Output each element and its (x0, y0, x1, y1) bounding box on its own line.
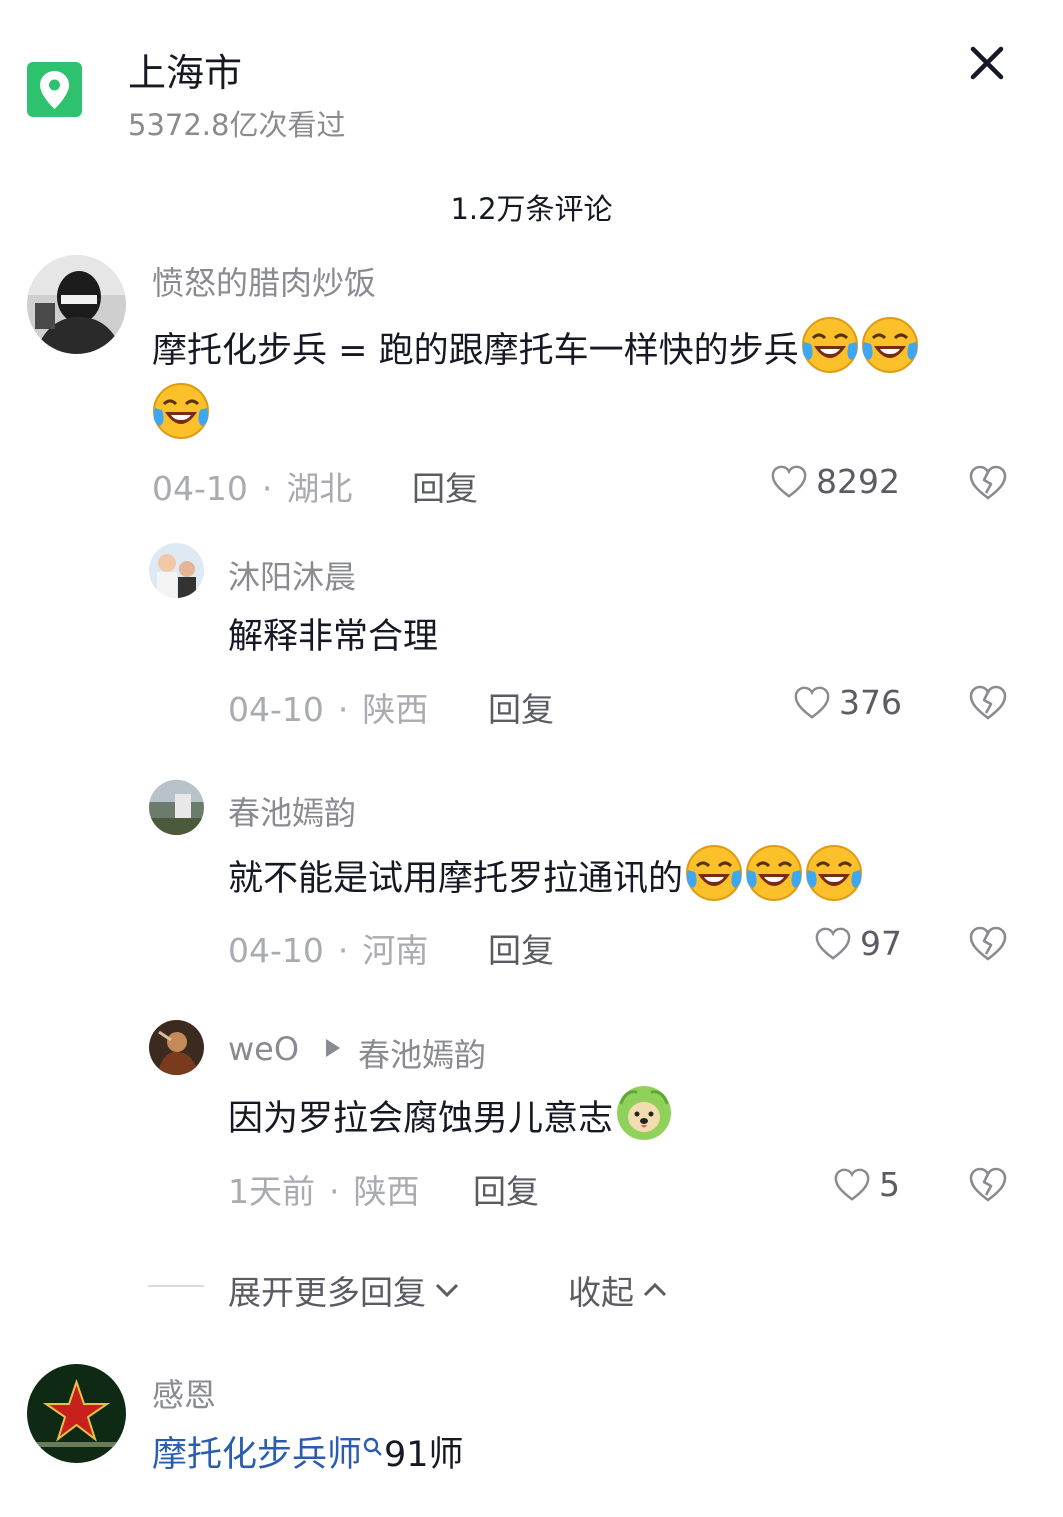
laugh-cry-emoji-icon (861, 316, 919, 374)
laugh-cry-emoji-icon (152, 382, 210, 440)
like-button[interactable]: 97 (814, 924, 902, 963)
avatar[interactable] (149, 780, 204, 835)
like-button[interactable]: 8292 (770, 462, 900, 501)
heart-icon (815, 927, 851, 960)
expand-more-replies-button[interactable]: 展开更多回复 (228, 1266, 462, 1314)
comment-region: 湖北 (286, 469, 353, 508)
comment-date: 04-10 (152, 469, 248, 508)
reply-to-username[interactable]: 春池嫣韵 (358, 1030, 486, 1076)
comment-meta: 04-10 · 湖北 (152, 469, 353, 508)
broken-heart-icon[interactable] (968, 924, 1008, 964)
reply-username[interactable]: weO (228, 1030, 299, 1068)
location-pin-icon (27, 62, 82, 117)
reply-button[interactable]: 回复 (473, 1165, 539, 1213)
broken-heart-icon[interactable] (968, 463, 1008, 503)
reply-body: 因为罗拉会腐蚀男儿意志 (228, 1084, 673, 1150)
like-count: 8292 (816, 462, 900, 501)
comment-meta: 1天前 · 陕西 (228, 1172, 420, 1211)
comment-date: 1天前 (228, 1172, 315, 1211)
close-icon[interactable] (962, 38, 1012, 88)
comment-region: 陕西 (362, 690, 429, 729)
like-count: 97 (860, 924, 902, 963)
chevron-up-icon (643, 1282, 667, 1297)
reply-text: 解释非常合理 (228, 617, 439, 657)
heart-icon (771, 465, 807, 498)
heart-icon (834, 1168, 870, 1201)
avatar[interactable] (149, 543, 204, 598)
reply-body: 就不能是试用摩托罗拉通讯的 (228, 844, 863, 910)
heart-icon (794, 686, 830, 719)
comment-body: 摩托化步兵 = 跑的跟摩托车一样快的步兵 (152, 316, 1032, 440)
location-views: 5372.8亿次看过 (128, 108, 346, 142)
dog-cabbage-emoji-icon (615, 1084, 673, 1142)
comment-region: 河南 (362, 931, 429, 970)
comment-meta: 04-10 · 河南 (228, 931, 429, 970)
reply-button[interactable]: 回复 (488, 924, 554, 972)
laugh-cry-emoji-icon (745, 844, 803, 902)
comment-username[interactable]: 感恩 (152, 1370, 216, 1416)
comment-region: 陕西 (353, 1172, 420, 1211)
reply-username[interactable]: 春池嫣韵 (228, 788, 356, 834)
broken-heart-icon[interactable] (968, 683, 1008, 723)
broken-heart-icon[interactable] (968, 1165, 1008, 1205)
divider (148, 1285, 204, 1287)
avatar[interactable] (149, 1020, 204, 1075)
collapse-button[interactable]: 收起 (568, 1266, 670, 1314)
comment-date: 04-10 (228, 931, 324, 970)
laugh-cry-emoji-icon (805, 844, 863, 902)
reply-username[interactable]: 沐阳沐晨 (228, 552, 356, 598)
reply-arrow-icon (323, 1036, 343, 1064)
reply-button[interactable]: 回复 (488, 683, 554, 731)
reply-text: 就不能是试用摩托罗拉通讯的 (228, 859, 684, 899)
laugh-cry-emoji-icon (801, 316, 859, 374)
comment-date: 04-10 (228, 690, 324, 729)
search-icon[interactable] (362, 1436, 384, 1458)
comment-body: 摩托化步兵师 91师 (152, 1424, 464, 1486)
reply-text: 因为罗拉会腐蚀男儿意志 (228, 1099, 614, 1139)
comment-count: 1.2万条评论 (450, 192, 613, 226)
like-count: 376 (839, 683, 902, 722)
comment-text: 91师 (384, 1435, 464, 1475)
avatar[interactable] (27, 255, 126, 354)
like-button[interactable]: 376 (793, 683, 902, 722)
chevron-down-icon (435, 1283, 459, 1298)
like-button[interactable]: 5 (833, 1165, 900, 1204)
laugh-cry-emoji-icon (685, 844, 743, 902)
comment-username[interactable]: 愤怒的腊肉炒饭 (152, 258, 376, 304)
comment-text: 摩托化步兵 = 跑的跟摩托车一样快的步兵 (152, 331, 799, 371)
avatar[interactable] (27, 1364, 126, 1463)
like-count: 5 (879, 1165, 900, 1204)
comment-meta: 04-10 · 陕西 (228, 690, 429, 729)
search-link[interactable]: 摩托化步兵师 (152, 1424, 362, 1486)
reply-button[interactable]: 回复 (412, 462, 478, 510)
location-title[interactable]: 上海市 (128, 42, 242, 97)
